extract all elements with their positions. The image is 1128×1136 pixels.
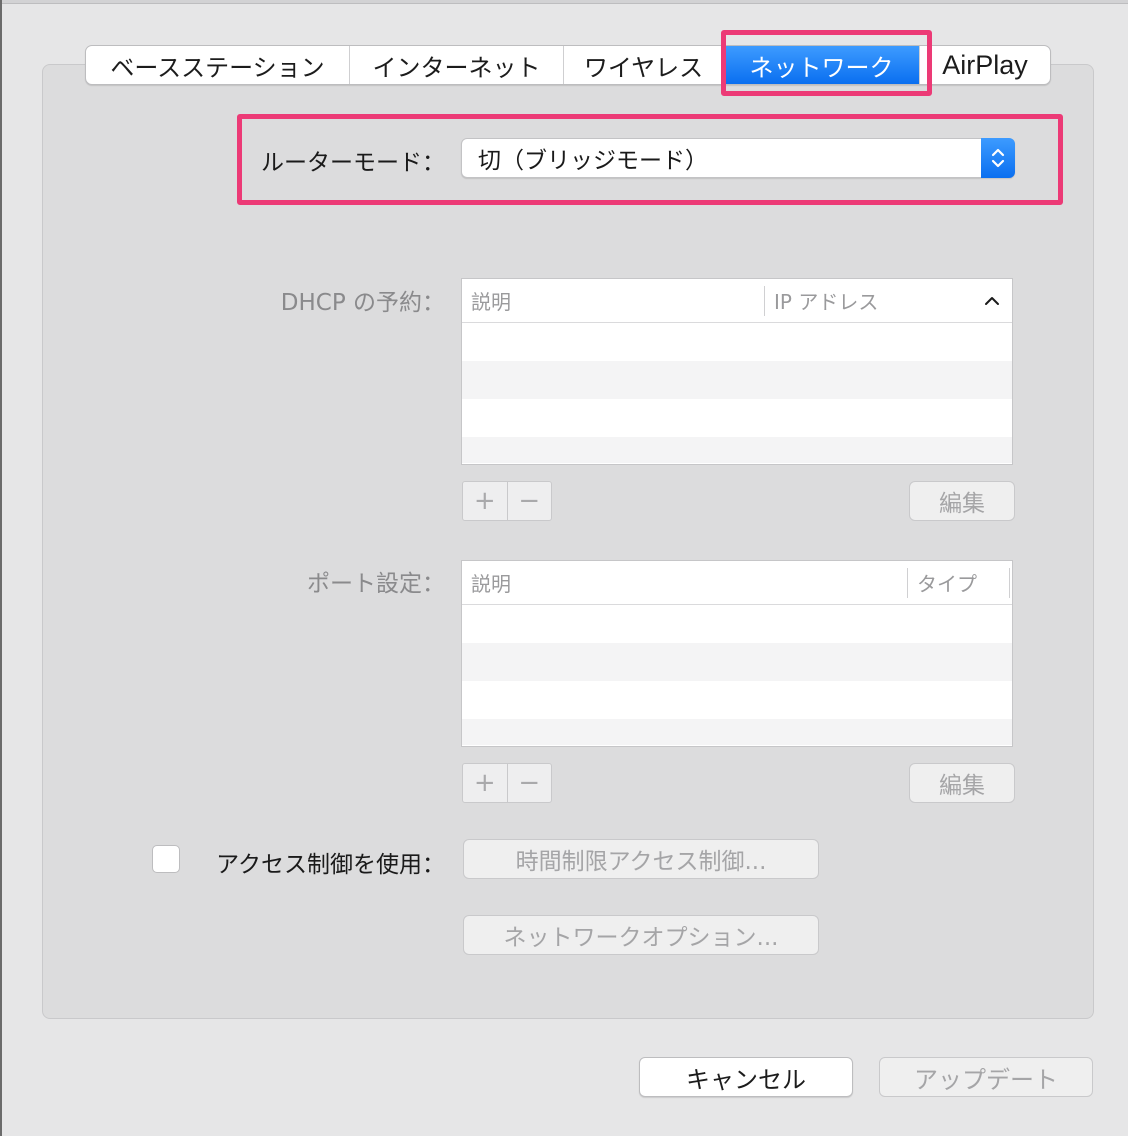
network-options-button[interactable]: ネットワークオプション... [463,915,819,955]
tab-internet[interactable]: インターネット [350,46,564,84]
window-left-edge [0,0,2,1136]
table-row [462,719,1012,745]
port-settings-label: ポート設定： [307,571,445,597]
update-button[interactable]: アップデート [879,1057,1093,1097]
port-col-description[interactable]: 説明 [462,561,907,604]
popup-stepper-icon [981,138,1015,178]
sort-ascending-icon [985,297,999,305]
access-control-checkbox[interactable] [152,845,180,873]
port-add-remove-control: + − [462,763,552,803]
window-top-edge [0,0,1128,4]
dhcp-reservations-label: DHCP の予約： [280,290,445,316]
dhcp-add-button[interactable]: + [463,482,508,520]
cancel-button[interactable]: キャンセル [639,1057,853,1097]
tab-wireless[interactable]: ワイヤレス [564,46,724,84]
table-row [462,643,1012,681]
table-row [462,437,1012,463]
port-table-header: 説明 タイプ [462,561,1012,605]
router-mode-popup[interactable]: 切（ブリッジモード） [461,138,1015,178]
dhcp-reservations-table[interactable]: 説明 IP アドレス [461,278,1013,465]
table-row [462,323,1012,361]
port-add-button[interactable]: + [463,764,508,802]
port-remove-button[interactable]: − [508,764,552,802]
tab-bar: ベースステーション インターネット ワイヤレス ネットワーク AirPlay [85,45,1051,85]
router-mode-value: 切（ブリッジモード） [478,148,708,174]
port-col-type[interactable]: タイプ [908,561,1012,604]
tab-base-station[interactable]: ベースステーション [86,46,350,84]
tab-airplay[interactable]: AirPlay [920,46,1050,84]
access-control-label: アクセス制御を使用： [216,852,445,878]
table-row [462,361,1012,399]
timed-access-control-button[interactable]: 時間制限アクセス制御... [463,839,819,879]
dhcp-add-remove-control: + − [462,481,552,521]
dhcp-edit-button[interactable]: 編集 [909,481,1015,521]
dhcp-remove-button[interactable]: − [508,482,552,520]
dhcp-col-ip-address[interactable]: IP アドレス [765,279,1012,322]
table-row [462,681,1012,719]
table-row [462,605,1012,643]
dhcp-table-header: 説明 IP アドレス [462,279,1012,323]
router-mode-label: ルーターモード： [261,150,445,176]
tab-network[interactable]: ネットワーク [724,46,920,84]
port-settings-table[interactable]: 説明 タイプ [461,560,1013,747]
table-row [462,399,1012,437]
dhcp-col-description[interactable]: 説明 [462,279,764,322]
port-edit-button[interactable]: 編集 [909,763,1015,803]
